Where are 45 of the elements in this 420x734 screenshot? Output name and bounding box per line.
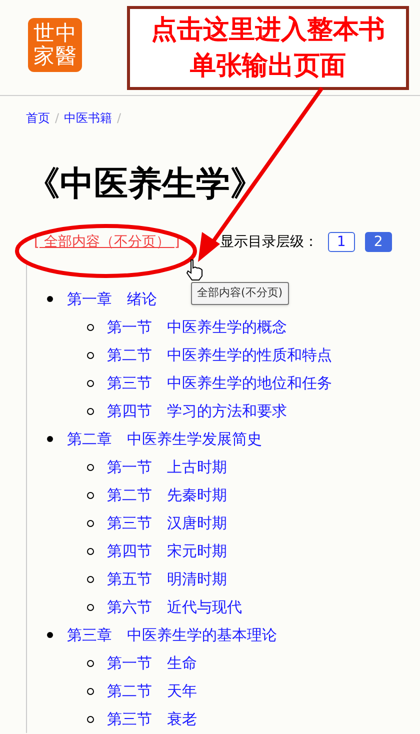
circle-bullet-icon [87, 604, 94, 610]
circle-bullet-icon [87, 576, 94, 582]
book-title: 《中医养生学》 [26, 163, 265, 205]
chapter-link[interactable]: 第三章 中医养生学的基本理论 [67, 624, 277, 646]
circle-bullet-icon [87, 492, 94, 498]
section-link[interactable]: 第六节 近代与现代 [107, 596, 242, 618]
section-link[interactable]: 第三节 中医养生学的地位和任务 [107, 372, 332, 394]
section-link[interactable]: 第一节 上古时期 [107, 456, 227, 478]
chapter-link[interactable]: 第二章 中医养生学发展简史 [67, 428, 262, 450]
bullet-icon [47, 296, 53, 302]
section-link[interactable]: 第四节 宋元时期 [107, 540, 227, 562]
level-button[interactable]: 2 [364, 232, 392, 252]
level-button[interactable]: 1 [328, 232, 355, 252]
section-link[interactable]: 第二节 先秦时期 [107, 484, 227, 506]
section-link[interactable]: 第一节 中医养生学的概念 [107, 316, 287, 338]
breadcrumb-separator: / [55, 110, 60, 127]
circle-bullet-icon [87, 548, 94, 554]
section-link[interactable]: 第三节 衰老 [107, 708, 197, 730]
circle-bullet-icon [87, 324, 94, 330]
breadcrumb-separator: / [117, 110, 122, 127]
section-link[interactable]: 第二节 天年 [107, 680, 197, 702]
tooltip: 全部内容(不分页) [191, 282, 289, 304]
bullet-icon [47, 632, 53, 638]
bullet-icon [47, 436, 53, 442]
section-link[interactable]: 第三节 汉唐时期 [107, 512, 227, 534]
circle-bullet-icon [87, 380, 94, 386]
callout-text: 点击这里进入整本书单张输出页面 [150, 14, 386, 83]
circle-bullet-icon [87, 464, 94, 470]
breadcrumb-link[interactable]: 首页 [26, 109, 50, 127]
breadcrumb-link[interactable]: 中医书籍 [64, 109, 112, 127]
logo-text: 中醫 [56, 22, 76, 70]
circle-bullet-icon [87, 520, 94, 526]
section-link[interactable]: 第五节 明清时期 [107, 568, 227, 590]
section-link[interactable]: 第二节 中医养生学的性质和特点 [107, 344, 332, 366]
circle-bullet-icon [87, 688, 94, 694]
circle-bullet-icon [87, 660, 94, 666]
circle-bullet-icon [87, 716, 94, 722]
chapter-link[interactable]: 第一章 绪论 [67, 288, 157, 310]
circle-bullet-icon [87, 408, 94, 414]
hand-cursor-icon [186, 259, 204, 281]
section-link[interactable]: 第四节 学习的方法和要求 [107, 400, 287, 422]
section-link[interactable]: 第一节 生命 [107, 652, 197, 674]
circle-bullet-icon [87, 352, 94, 358]
level-label: 显示目录层级： [220, 232, 318, 252]
logo-text: 世家 [34, 22, 54, 70]
